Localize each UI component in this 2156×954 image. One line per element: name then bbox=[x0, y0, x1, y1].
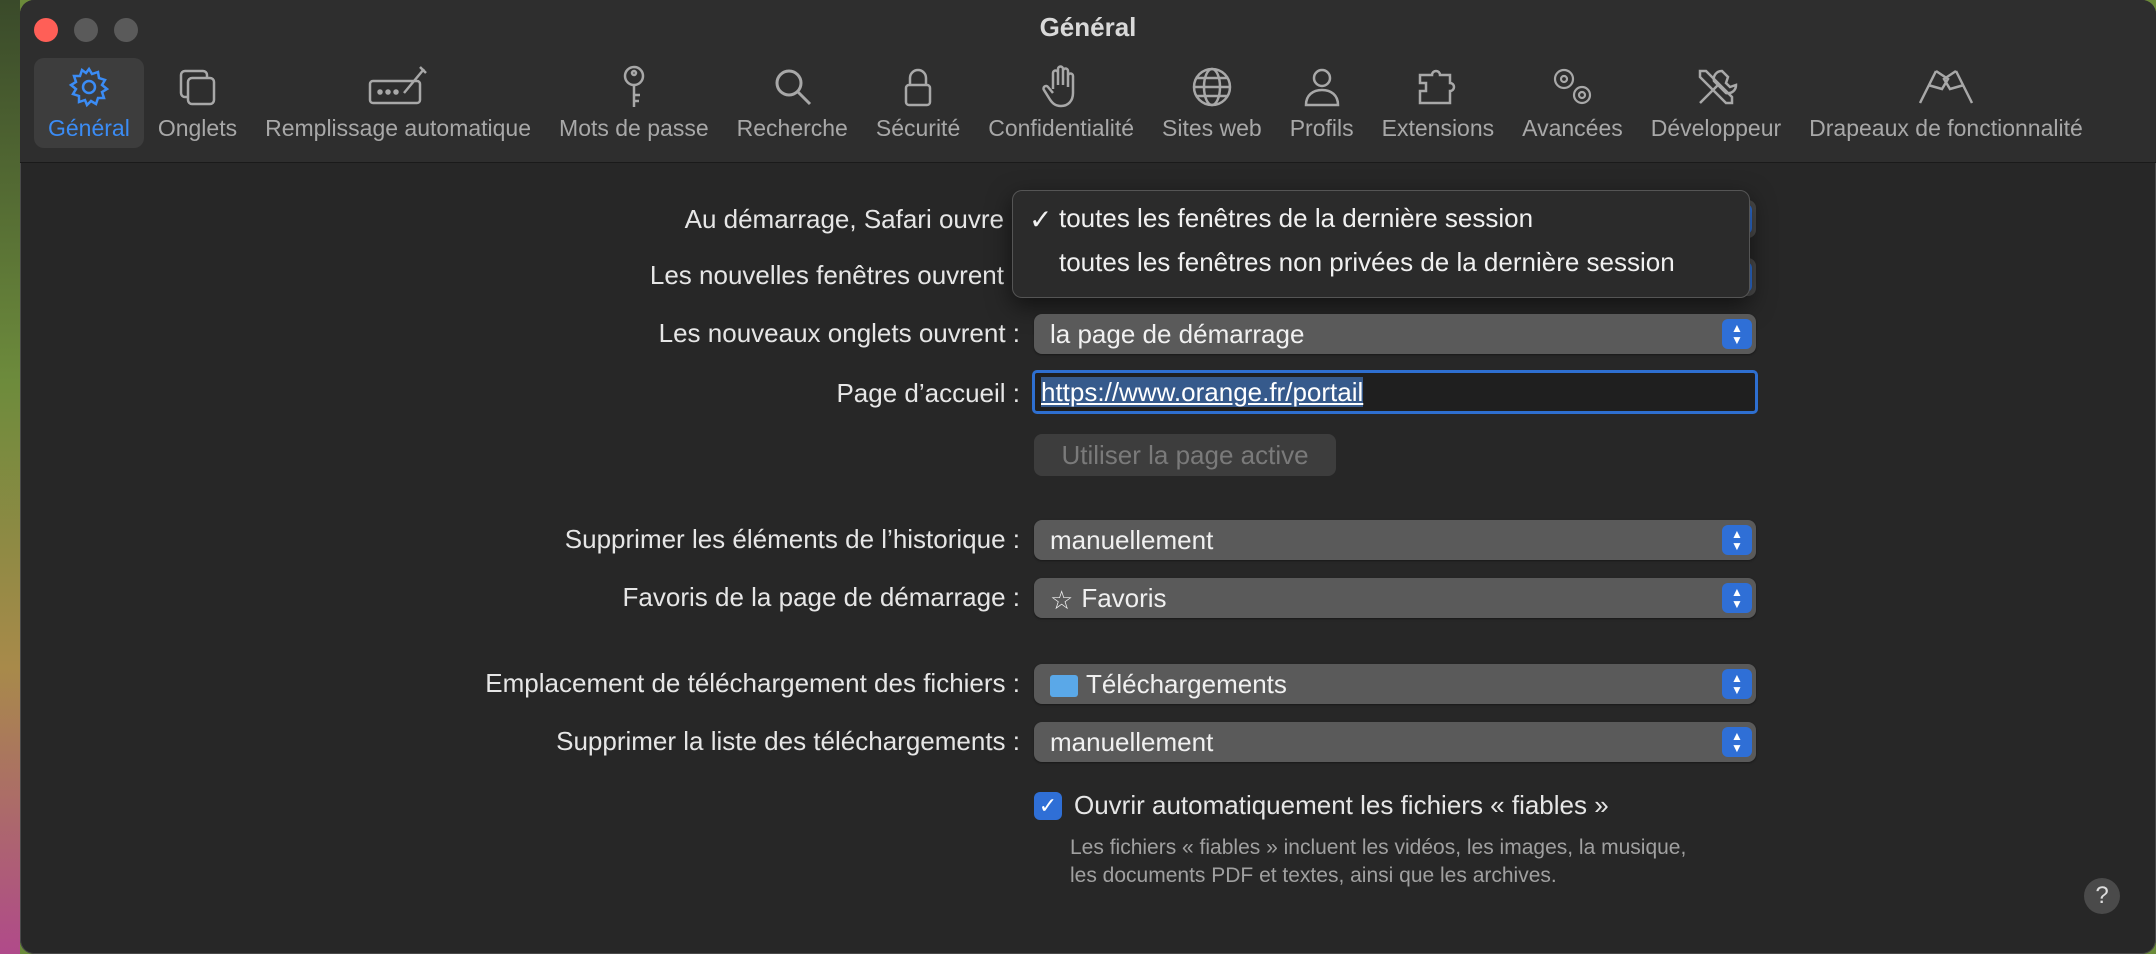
new-windows-label: Les nouvelles fenêtres ouvrent bbox=[649, 260, 1004, 290]
tab-search-label: Recherche bbox=[736, 115, 848, 141]
tabs-icon bbox=[180, 69, 216, 106]
general-settings-pane: Au démarrage, Safari ouvre Les nouvelles… bbox=[20, 162, 2156, 954]
chevron-updown-icon: ▲ ▼ bbox=[1722, 583, 1752, 613]
tab-profiles[interactable]: Profils bbox=[1276, 58, 1368, 148]
tab-autofill-label: Remplissage automatique bbox=[265, 115, 532, 141]
homepage-label: Page d’accueil : bbox=[836, 378, 1020, 408]
tab-passwords[interactable]: Mots de passe bbox=[545, 58, 723, 148]
tab-privacy[interactable]: Confidentialité bbox=[974, 58, 1148, 148]
tab-advanced-label: Avancées bbox=[1522, 115, 1623, 141]
tab-websites-label: Sites web bbox=[1162, 115, 1262, 141]
remove-history-value: manuellement bbox=[1050, 525, 1214, 555]
remove-history-label: Supprimer les éléments de l’historique : bbox=[564, 524, 1020, 554]
star-icon: ☆ bbox=[1050, 585, 1074, 616]
key-icon bbox=[623, 65, 645, 107]
tab-websites[interactable]: Sites web bbox=[1148, 58, 1276, 148]
download-location-value: Téléchargements bbox=[1086, 669, 1287, 699]
chevron-updown-icon: ▲ ▼ bbox=[1722, 525, 1752, 555]
download-location-popup[interactable]: Téléchargements ▲ ▼ bbox=[1034, 664, 1756, 704]
person-icon bbox=[1304, 68, 1339, 107]
tab-search[interactable]: Recherche bbox=[723, 58, 862, 148]
tab-tabs-label: Onglets bbox=[157, 115, 238, 141]
remove-downloads-label: Supprimer la liste des téléchargements : bbox=[556, 726, 1020, 756]
window-title: Général bbox=[1039, 12, 1137, 42]
help-button[interactable]: ? bbox=[2084, 878, 2120, 914]
tab-general[interactable]: Général bbox=[34, 58, 144, 148]
flags-icon bbox=[1918, 69, 1974, 104]
favorites-value: Favoris bbox=[1081, 583, 1167, 613]
autofill-icon bbox=[368, 66, 427, 105]
tools-icon bbox=[1698, 69, 1738, 105]
homepage-value: https://www.orange.fr/portail bbox=[1041, 377, 1364, 407]
chevron-updown-icon: ▲ ▼ bbox=[1722, 319, 1752, 349]
tab-extensions-label: Extensions bbox=[1381, 115, 1495, 141]
startup-label: Au démarrage, Safari ouvre bbox=[684, 204, 1004, 234]
search-icon bbox=[775, 69, 812, 106]
tab-extensions[interactable]: Extensions bbox=[1368, 58, 1509, 148]
remove-history-popup[interactable]: manuellement ▲ ▼ bbox=[1034, 520, 1756, 560]
new-tabs-value: la page de démarrage bbox=[1050, 319, 1305, 349]
chevron-updown-icon: ▲ ▼ bbox=[1722, 669, 1752, 699]
download-location-label: Emplacement de téléchargement des fichie… bbox=[485, 668, 1020, 698]
new-tabs-popup[interactable]: la page de démarrage ▲ ▼ bbox=[1034, 314, 1756, 354]
tab-feature-flags[interactable]: Drapeaux de fonctionnalité bbox=[1795, 58, 2097, 148]
remove-downloads-value: manuellement bbox=[1050, 727, 1214, 757]
new-tabs-label: Les nouveaux onglets ouvrent : bbox=[658, 318, 1020, 348]
open-safe-files-help: Les fichiers « fiables » incluent les vi… bbox=[1070, 836, 1687, 887]
lock-icon bbox=[904, 68, 932, 107]
favorites-label: Favoris de la page de démarrage : bbox=[622, 582, 1020, 612]
startup-dropdown-menu: ✓ toutes les fenêtres de la dernière ses… bbox=[1012, 190, 1750, 298]
remove-downloads-popup[interactable]: manuellement ▲ ▼ bbox=[1034, 722, 1756, 762]
titlebar: Général Général Onglets Remplissage auto… bbox=[20, 0, 2156, 163]
tab-developer[interactable]: Développeur bbox=[1637, 58, 1795, 148]
tab-general-label: Général bbox=[48, 115, 130, 141]
tab-privacy-label: Confidentialité bbox=[988, 115, 1134, 141]
startup-option-non-private-windows[interactable]: toutes les fenêtres non privées de la de… bbox=[1059, 247, 1675, 278]
tab-advanced[interactable]: Avancées bbox=[1508, 58, 1637, 148]
tab-feature-flags-label: Drapeaux de fonctionnalité bbox=[1809, 115, 2083, 141]
tab-security[interactable]: Sécurité bbox=[862, 58, 974, 148]
folder-icon bbox=[1050, 675, 1078, 698]
homepage-field[interactable]: https://www.orange.fr/portail bbox=[1032, 370, 1758, 414]
preferences-toolbar: Général Onglets Remplissage automatique … bbox=[34, 58, 2146, 148]
tab-profiles-label: Profils bbox=[1289, 115, 1354, 141]
tab-developer-label: Développeur bbox=[1650, 115, 1782, 141]
use-current-page-button[interactable]: Utiliser la page active bbox=[1034, 434, 1336, 476]
preferences-window: Général Général Onglets Remplissage auto… bbox=[20, 0, 2156, 954]
desktop-background bbox=[0, 0, 20, 954]
chevron-updown-icon: ▲ ▼ bbox=[1722, 727, 1752, 757]
gears-icon bbox=[1554, 68, 1592, 105]
checkmark-icon: ✓ bbox=[1029, 204, 1053, 235]
globe-icon bbox=[1192, 67, 1232, 107]
puzzle-icon bbox=[1418, 69, 1456, 105]
hand-icon bbox=[1042, 65, 1075, 108]
tab-autofill[interactable]: Remplissage automatique bbox=[251, 58, 545, 148]
open-safe-files-label[interactable]: Ouvrir automatiquement les fichiers « fi… bbox=[1074, 790, 1609, 821]
favorites-popup[interactable]: ☆ Favoris ▲ ▼ bbox=[1034, 578, 1756, 618]
gear-icon bbox=[68, 66, 110, 108]
tab-security-label: Sécurité bbox=[875, 115, 961, 141]
tab-passwords-label: Mots de passe bbox=[559, 115, 709, 141]
open-safe-files-checkbox[interactable]: ✓ bbox=[1034, 792, 1062, 820]
startup-option-all-windows[interactable]: toutes les fenêtres de la dernière sessi… bbox=[1059, 203, 1533, 234]
tab-tabs[interactable]: Onglets bbox=[144, 58, 251, 148]
